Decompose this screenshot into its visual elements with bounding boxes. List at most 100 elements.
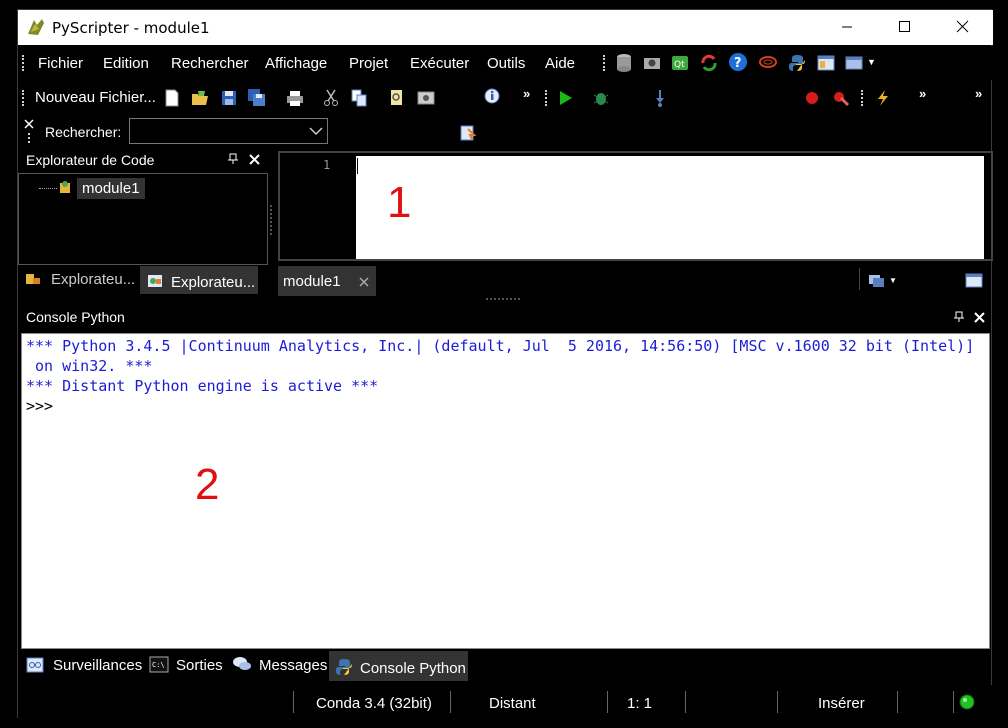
search-go-icon[interactable] (458, 123, 478, 143)
cut-icon[interactable] (321, 88, 341, 108)
menu-executer[interactable]: Exécuter (410, 55, 469, 72)
status-separator (293, 691, 294, 713)
qt-icon[interactable]: Qt (670, 53, 690, 73)
pyscripter-logo-icon (28, 19, 44, 35)
code-editor[interactable]: 1 (278, 151, 993, 261)
status-separator (607, 691, 608, 713)
tab-sorties[interactable]: Sorties (176, 657, 223, 674)
line-number: 1 (323, 158, 331, 172)
window-list-icon[interactable] (844, 53, 864, 73)
print-icon[interactable] (285, 88, 305, 108)
menu-affichage[interactable]: Affichage (265, 55, 327, 72)
new-editor-icon[interactable] (965, 272, 983, 288)
minimize-button[interactable] (818, 10, 876, 45)
console-pin-icon[interactable] (953, 311, 965, 323)
status-separator (953, 691, 954, 713)
tree-item-module1[interactable]: module1 (77, 178, 145, 199)
new-file-button[interactable]: Nouveau Fichier... (35, 89, 156, 106)
tab-surveillances[interactable]: Surveillances (53, 657, 142, 674)
tab-module1[interactable]: module1 (278, 266, 376, 296)
menu-fichier[interactable]: Fichier (38, 55, 83, 72)
run-toolbar-grip[interactable] (545, 90, 548, 106)
window-title: PyScripter - module1 (52, 19, 210, 37)
window-list-dropdown-icon[interactable]: ▼ (867, 57, 876, 67)
main-toolbar: Nouveau Fichier... » » » (18, 81, 993, 115)
run-toolbar-overflow-icon[interactable]: » (919, 86, 926, 101)
console-close-icon[interactable] (974, 312, 985, 323)
toolbar-overflow-icon[interactable]: » (975, 86, 982, 101)
tab-code-explorer[interactable]: Explorateu... (171, 274, 255, 291)
status-interpreter[interactable]: Conda 3.4 (32bit) (316, 695, 432, 712)
maximize-button[interactable] (876, 10, 934, 45)
editor-text-area[interactable] (356, 156, 984, 259)
left-panel-tabs: Explorateu... Explorateu... (18, 266, 268, 296)
code-explorer-title: Explorateur de Code (26, 152, 155, 168)
text-cursor (357, 158, 358, 174)
close-button[interactable] (934, 10, 992, 45)
status-bar: Conda 3.4 (32bit) Distant 1: 1 Insérer (18, 685, 993, 719)
refresh-icon[interactable] (699, 53, 719, 73)
toolbar-grip[interactable] (603, 55, 606, 71)
code-explorer-close-icon[interactable] (249, 154, 260, 165)
run-icon[interactable] (555, 88, 575, 108)
chevron-down-icon[interactable] (309, 126, 323, 136)
lightning-icon[interactable] (873, 88, 893, 108)
main-toolbar-grip[interactable] (22, 90, 25, 106)
database-icon[interactable] (614, 53, 634, 73)
save-icon[interactable] (219, 88, 239, 108)
code-explorer-tree: module1 (18, 173, 268, 265)
file-explorer-icon (26, 274, 40, 284)
tab-close-icon[interactable] (359, 277, 369, 287)
main-toolbar-overflow-icon[interactable]: » (523, 86, 530, 101)
tab-messages[interactable]: Messages (259, 657, 327, 674)
clear-breakpoints-icon[interactable] (831, 88, 851, 108)
spiral-icon[interactable] (758, 52, 778, 72)
menu-aide[interactable]: Aide (545, 55, 575, 72)
status-separator (450, 691, 451, 713)
search-toolbar-grip[interactable] (28, 133, 31, 143)
python-console[interactable]: *** Python 3.4.5 |Continuum Analytics, I… (21, 333, 990, 649)
engine-status-icon (959, 694, 975, 710)
output-console-icon: C:\ (149, 656, 169, 673)
splitter-horizontal[interactable] (486, 298, 520, 300)
menu-edition[interactable]: Edition (103, 55, 149, 72)
search-combobox[interactable] (129, 118, 328, 144)
layout-icon[interactable] (816, 53, 836, 73)
menu-bar: Fichier Edition Rechercher Affichage Pro… (18, 46, 993, 80)
editor-tab-label: module1 (283, 273, 341, 290)
svg-text:Qt: Qt (674, 60, 685, 70)
tree-connector (39, 188, 57, 189)
copy-icon[interactable] (349, 88, 369, 108)
debug-icon[interactable] (591, 88, 611, 108)
svg-text:C:\: C:\ (152, 661, 165, 669)
find-icon[interactable] (387, 88, 407, 108)
editor-window-list-dropdown-icon[interactable]: ▼ (889, 276, 897, 285)
search-label: Rechercher: (45, 124, 122, 140)
pin-icon[interactable] (227, 153, 239, 165)
info-icon[interactable] (483, 87, 503, 107)
splitter-vertical[interactable] (270, 205, 273, 235)
open-file-icon[interactable] (190, 88, 210, 108)
breakpoint-icon[interactable] (802, 88, 822, 108)
menu-outils[interactable]: Outils (487, 55, 525, 72)
camera-icon[interactable] (642, 53, 662, 73)
main-window: PyScripter - module1 Fichier Edition Rec… (17, 9, 993, 719)
tab-console-python[interactable]: Console Python (360, 660, 466, 677)
python-icon[interactable] (787, 53, 807, 73)
status-engine[interactable]: Distant (489, 695, 536, 712)
step-into-icon[interactable] (650, 88, 670, 108)
status-cursor-position: 1: 1 (627, 695, 653, 712)
editor-window-list-icon[interactable] (868, 272, 886, 288)
tab-file-explorer[interactable]: Explorateu... (51, 271, 135, 288)
new-document-icon[interactable] (162, 88, 182, 108)
menu-rechercher[interactable]: Rechercher (171, 55, 249, 72)
screenshot-icon[interactable] (416, 88, 436, 108)
menu-grip[interactable] (22, 55, 25, 71)
console-output: *** Python 3.4.5 |Continuum Analytics, I… (22, 334, 989, 416)
console-prompt: >>> (26, 397, 54, 415)
save-all-icon[interactable] (247, 88, 267, 108)
menu-projet[interactable]: Projet (349, 55, 388, 72)
extra-toolbar-grip[interactable] (861, 90, 864, 106)
help-icon[interactable]: ? (728, 52, 748, 72)
search-toolbar-close-icon[interactable] (23, 118, 35, 130)
